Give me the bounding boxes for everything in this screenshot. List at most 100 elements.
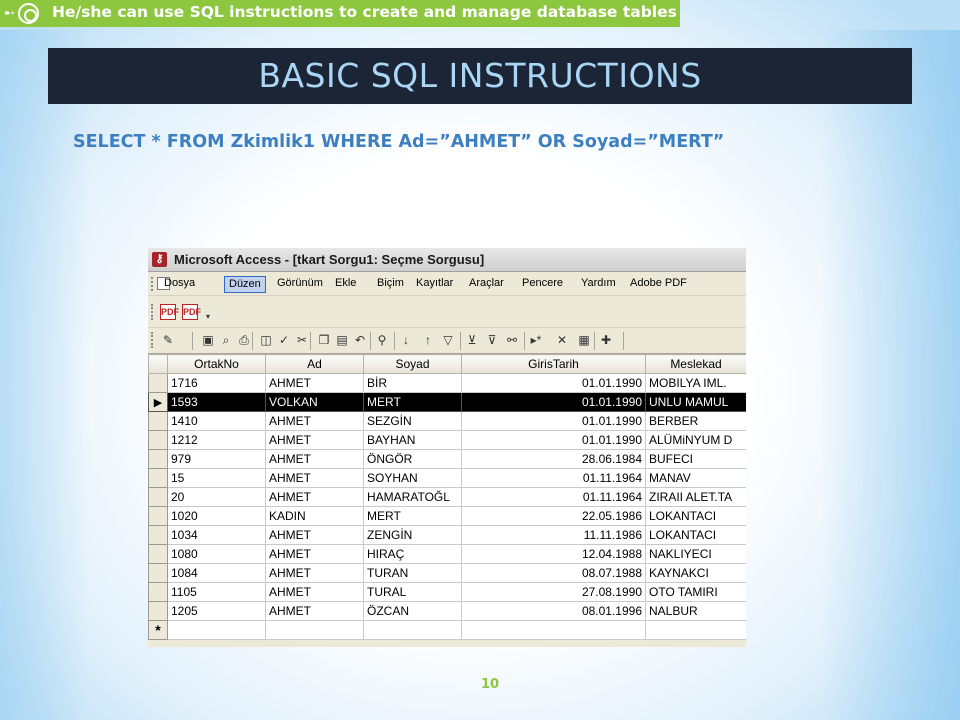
cell-soyad[interactable]: SEZGİN <box>363 411 462 431</box>
table-row[interactable]: 1205 AHMET ÖZCAN 08.01.1996 NALBUR <box>148 601 746 621</box>
menu-item-pencere[interactable]: Pencere <box>518 276 567 293</box>
cell-meslekad[interactable]: NAKLIYECI <box>645 544 746 564</box>
cell-giristarih[interactable]: 01.01.1990 <box>461 411 646 431</box>
cell-ad[interactable]: AHMET <box>265 373 364 393</box>
cell-ad[interactable]: AHMET <box>265 449 364 469</box>
cell-meslekad[interactable]: MOBILYA IML. <box>645 373 746 393</box>
toolbar-options-chevron-icon[interactable]: ▾ <box>206 312 210 321</box>
new-object-icon[interactable]: ✚ <box>598 332 614 348</box>
cut-icon[interactable]: ✂ <box>294 332 310 348</box>
cell-ortakno[interactable]: 20 <box>167 487 266 507</box>
cell-giristarih[interactable]: 22.05.1986 <box>461 506 646 526</box>
grid-corner-selector[interactable] <box>148 354 168 374</box>
cell-ortakno[interactable]: 15 <box>167 468 266 488</box>
convert-and-email-pdf-icon[interactable]: PDF <box>182 304 201 320</box>
cell-ad[interactable]: AHMET <box>265 544 364 564</box>
hyperlink-icon[interactable]: ⚲ <box>374 332 390 348</box>
cell-ad[interactable]: AHMET <box>265 411 364 431</box>
spelling-icon[interactable]: ✓ <box>276 332 292 348</box>
cell-soyad[interactable]: TURAL <box>363 582 462 602</box>
new-record-row[interactable]: * <box>148 620 746 640</box>
cell-giristarih[interactable]: 28.06.1984 <box>461 449 646 469</box>
cell-ortakno[interactable]: 1105 <box>167 582 266 602</box>
row-selector[interactable] <box>148 468 168 488</box>
row-selector[interactable] <box>148 582 168 602</box>
menu-item-adobe-pdf[interactable]: Adobe PDF <box>626 276 691 293</box>
table-row[interactable]: 1105 AHMET TURAL 27.08.1990 OTO TAMIRI <box>148 582 746 602</box>
menu-item-yardım[interactable]: Yardım <box>577 276 620 293</box>
table-row[interactable]: 1716 AHMET BİR 01.01.1990 MOBILYA IML. <box>148 373 746 393</box>
cell-meslekad[interactable]: OTO TAMIRI <box>645 582 746 602</box>
cell-ortakno[interactable]: 979 <box>167 449 266 469</box>
cell-soyad[interactable]: BİR <box>363 373 462 393</box>
sort-descending-icon[interactable]: ↑ <box>420 332 436 348</box>
copy-icon[interactable]: ❐ <box>316 332 332 348</box>
column-header-ortakno[interactable]: OrtakNo <box>167 354 266 374</box>
cell-meslekad[interactable]: MANAV <box>645 468 746 488</box>
cell-soyad[interactable]: MERT <box>363 506 462 526</box>
cell-meslekad[interactable]: LOKANTACI <box>645 525 746 545</box>
table-row[interactable]: 1080 AHMET HIRAÇ 12.04.1988 NAKLIYECI <box>148 544 746 564</box>
cell-soyad[interactable]: BAYHAN <box>363 430 462 450</box>
row-selector[interactable] <box>148 544 168 564</box>
cell-ad[interactable]: AHMET <box>265 468 364 488</box>
cell-ad[interactable]: AHMET <box>265 582 364 602</box>
table-row[interactable]: ▶ 1593 VOLKAN MERT 01.01.1990 UNLU MAMUL <box>148 392 746 412</box>
row-selector[interactable]: ▶ <box>148 392 168 412</box>
column-header-meslekad[interactable]: Meslekad <box>645 354 746 374</box>
new-record-cell[interactable] <box>461 620 646 640</box>
find-icon[interactable]: ⚯ <box>504 332 520 348</box>
cell-soyad[interactable]: MERT <box>363 392 462 412</box>
row-selector[interactable] <box>148 487 168 507</box>
cell-meslekad[interactable]: LOKANTACI <box>645 506 746 526</box>
cell-ortakno[interactable]: 1080 <box>167 544 266 564</box>
cell-giristarih[interactable]: 01.01.1990 <box>461 430 646 450</box>
menu-item-ekle[interactable]: Ekle <box>331 276 360 293</box>
row-selector[interactable] <box>148 430 168 450</box>
save-icon[interactable]: ▣ <box>200 332 216 348</box>
new-record-cell[interactable] <box>645 620 746 640</box>
column-header-ad[interactable]: Ad <box>265 354 364 374</box>
cell-soyad[interactable]: TURAN <box>363 563 462 583</box>
cell-soyad[interactable]: SOYHAN <box>363 468 462 488</box>
cell-ad[interactable]: AHMET <box>265 563 364 583</box>
cell-ad[interactable]: AHMET <box>265 487 364 507</box>
column-header-soyad[interactable]: Soyad <box>363 354 462 374</box>
access-app-icon[interactable]: ⚷ <box>152 252 167 267</box>
cell-giristarih[interactable]: 01.01.1990 <box>461 373 646 393</box>
cell-giristarih[interactable]: 08.07.1988 <box>461 563 646 583</box>
menu-item-düzen[interactable]: Düzen <box>224 276 266 293</box>
cell-meslekad[interactable]: NALBUR <box>645 601 746 621</box>
cell-ad[interactable]: AHMET <box>265 601 364 621</box>
cell-ad[interactable]: KADIN <box>265 506 364 526</box>
cell-giristarih[interactable]: 11.11.1986 <box>461 525 646 545</box>
row-selector[interactable] <box>148 411 168 431</box>
toolbar-grip[interactable] <box>151 304 155 320</box>
new-record-cell[interactable] <box>265 620 364 640</box>
paste-icon[interactable]: ▤ <box>334 332 350 348</box>
cell-meslekad[interactable]: BERBER <box>645 411 746 431</box>
table-row[interactable]: 979 AHMET ÖNGÖR 28.06.1984 BUFECI <box>148 449 746 469</box>
cell-giristarih[interactable]: 08.01.1996 <box>461 601 646 621</box>
cell-ortakno[interactable]: 1716 <box>167 373 266 393</box>
cell-giristarih[interactable]: 27.08.1990 <box>461 582 646 602</box>
delete-record-icon[interactable]: ✕ <box>554 332 570 348</box>
apply-filter-icon[interactable]: ⊽ <box>484 332 500 348</box>
cell-ortakno[interactable]: 1084 <box>167 563 266 583</box>
cell-ad[interactable]: AHMET <box>265 430 364 450</box>
cell-ortakno[interactable]: 1205 <box>167 601 266 621</box>
cell-soyad[interactable]: ÖNGÖR <box>363 449 462 469</box>
cell-soyad[interactable]: ZENGİN <box>363 525 462 545</box>
cell-ortakno[interactable]: 1410 <box>167 411 266 431</box>
cell-ad[interactable]: VOLKAN <box>265 392 364 412</box>
menu-item-görünüm[interactable]: Görünüm <box>273 276 327 293</box>
table-row[interactable]: 1034 AHMET ZENGİN 11.11.1986 LOKANTACI <box>148 525 746 545</box>
table-row[interactable]: 15 AHMET SOYHAN 01.11.1964 MANAV <box>148 468 746 488</box>
database-window-icon[interactable]: ▦ <box>576 332 592 348</box>
row-selector[interactable] <box>148 601 168 621</box>
menu-grip[interactable] <box>151 277 155 291</box>
cell-soyad[interactable]: HAMARATOĞL <box>363 487 462 507</box>
cell-meslekad[interactable]: ZIRAII ALET.TA <box>645 487 746 507</box>
print-icon[interactable]: ⎙ <box>236 332 252 348</box>
convert-to-pdf-icon[interactable]: PDF <box>160 304 179 320</box>
